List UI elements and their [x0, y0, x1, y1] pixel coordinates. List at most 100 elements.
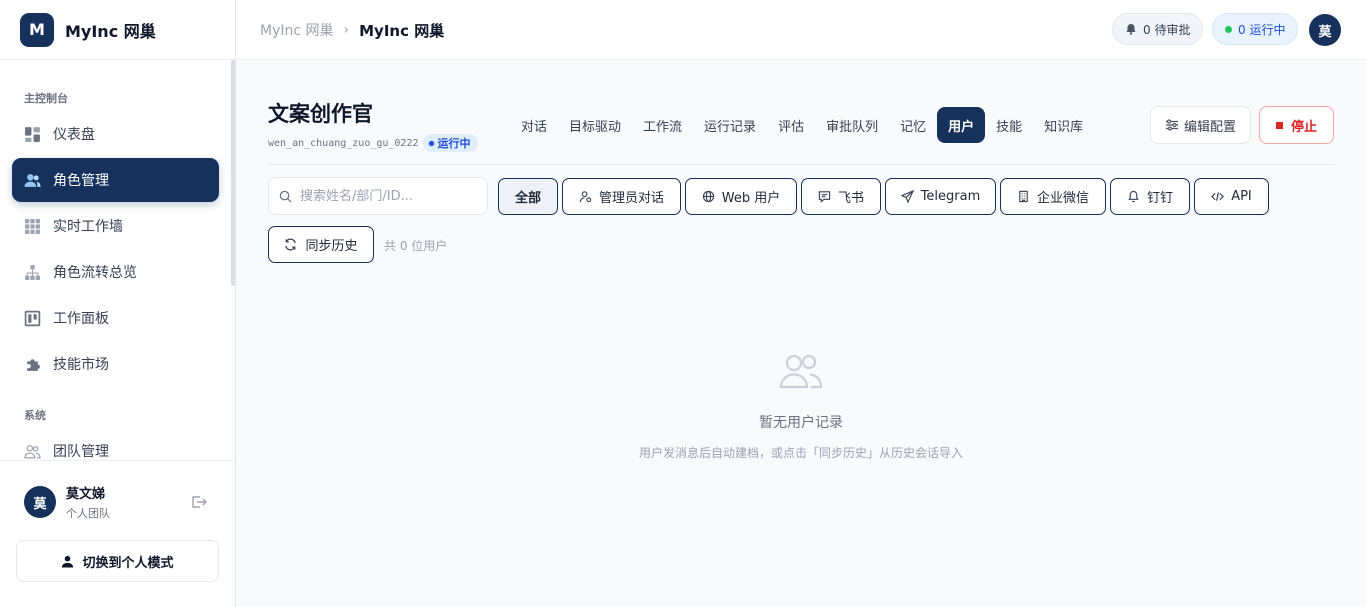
page-title: 文案创作官	[268, 102, 373, 126]
user-count: 共 0 位用户	[384, 239, 448, 253]
switch-personal-mode-button[interactable]: 切换到个人模式	[16, 540, 219, 582]
logout-icon[interactable]	[190, 493, 208, 511]
user-cog-icon	[579, 191, 592, 203]
current-user[interactable]: 莫 莫文娣 个人团队	[24, 485, 214, 520]
empty-state: 暂无用户记录 用户发消息后自动建档，或点击「同步历史」从历史会话导入	[268, 352, 1334, 461]
stop-icon	[1275, 121, 1283, 129]
tab-memory[interactable]: 记忆	[889, 107, 937, 143]
running-badge[interactable]: 0 运行中	[1212, 13, 1299, 45]
message-icon	[818, 191, 831, 203]
role-id: wen_an_chuang_zuo_gu_0222	[268, 137, 419, 149]
status-dot-icon	[427, 139, 435, 147]
filter-all[interactable]: 全部	[498, 178, 558, 215]
filter-wecom[interactable]: 企业微信	[1000, 178, 1106, 215]
avatar: 莫	[24, 486, 56, 518]
divider	[268, 164, 1334, 165]
sync-history-button[interactable]: 同步历史	[268, 226, 374, 263]
sidebar-item-flow-overview[interactable]: 角色流转总览	[12, 250, 219, 294]
edit-config-label: 编辑配置	[1183, 119, 1236, 135]
filter-api[interactable]: API	[1194, 178, 1269, 215]
breadcrumb: MyInc 网巢 › MyInc 网巢	[260, 0, 444, 60]
sliders-icon	[1165, 119, 1178, 131]
user-icon	[62, 555, 74, 568]
hierarchy-icon	[24, 264, 41, 281]
filter-label: 钉钉	[1146, 191, 1173, 206]
sidebar-item-label: 角色流转总览	[53, 265, 137, 281]
topbar: MyInc 网巢 › MyInc 网巢 0 待审批 0 运行中 莫	[236, 0, 1366, 60]
building-icon	[1019, 190, 1028, 203]
tab-evaluation[interactable]: 评估	[767, 107, 815, 143]
stop-button[interactable]: 停止	[1259, 106, 1334, 144]
pending-approvals-badge[interactable]: 0 待审批	[1112, 13, 1204, 45]
sidebar-footer: 莫 莫文娣 个人团队 切换到个人模式	[0, 460, 236, 607]
filter-admin-chat[interactable]: 管理员对话	[562, 178, 681, 215]
tab-approval-queue[interactable]: 审批队列	[815, 107, 889, 143]
user-team: 个人团队	[66, 507, 110, 520]
filter-telegram[interactable]: Telegram	[885, 178, 996, 215]
filter-feishu[interactable]: 飞书	[801, 178, 881, 215]
tab-workflow[interactable]: 工作流	[632, 107, 693, 143]
sidebar-item-team[interactable]: 团队管理	[12, 429, 219, 460]
role-tabs: 对话 目标驱动 工作流 运行记录 评估 审批队列 记忆 用户 技能 知识库	[510, 107, 1134, 143]
dashboard-icon	[24, 126, 41, 143]
nav-section-system: 系统	[24, 409, 46, 422]
sidebar-item-label: 实时工作墙	[53, 219, 123, 235]
user-name: 莫文娣	[66, 487, 106, 502]
running-dot-icon	[1225, 25, 1232, 33]
brand-name: MyInc 网巢	[65, 21, 156, 41]
refresh-icon	[285, 238, 297, 251]
sidebar-scrollbar[interactable]	[231, 60, 235, 286]
filter-web-users[interactable]: Web 用户	[685, 178, 797, 215]
sidebar-item-label: 团队管理	[53, 444, 109, 460]
filter-label: 企业微信	[1036, 191, 1089, 206]
empty-title: 暂无用户记录	[759, 415, 843, 431]
filter-label: Web 用户	[721, 191, 781, 206]
search-input[interactable]	[300, 188, 480, 204]
search-box[interactable]	[268, 177, 488, 215]
kanban-icon	[24, 310, 41, 327]
tab-chat[interactable]: 对话	[510, 107, 558, 143]
brand-logo: M	[20, 12, 54, 47]
edit-config-button[interactable]: 编辑配置	[1150, 106, 1251, 144]
avatar[interactable]: 莫	[1309, 14, 1341, 46]
breadcrumb-current: MyInc 网巢	[359, 21, 445, 40]
filter-label: 飞书	[837, 191, 864, 206]
tab-goal-driven[interactable]: 目标驱动	[558, 107, 632, 143]
globe-icon	[702, 190, 714, 203]
sidebar-item-label: 仪表盘	[53, 127, 95, 143]
team-icon	[24, 443, 41, 460]
filter-label: 全部	[514, 191, 541, 206]
filter-label: API	[1231, 189, 1252, 204]
sync-label: 同步历史	[305, 239, 358, 254]
pending-label: 0 待审批	[1143, 22, 1191, 37]
sidebar-item-label: 工作面板	[53, 311, 109, 327]
sidebar-item-skill-market[interactable]: 技能市场	[12, 342, 219, 386]
sidebar-item-work-board[interactable]: 工作面板	[12, 296, 219, 340]
send-icon	[900, 190, 914, 203]
brand[interactable]: M MyInc 网巢	[0, 0, 235, 60]
chevron-right-icon: ›	[343, 22, 350, 38]
tab-skills[interactable]: 技能	[985, 107, 1033, 143]
breadcrumb-parent[interactable]: MyInc 网巢	[260, 20, 334, 40]
code-icon	[1211, 192, 1225, 201]
sidebar-item-roles[interactable]: 角色管理	[12, 158, 219, 202]
tab-run-log[interactable]: 运行记录	[693, 107, 767, 143]
stop-label: 停止	[1290, 119, 1317, 135]
filter-dingtalk[interactable]: 钉钉	[1110, 178, 1190, 215]
status-badge: 运行中	[422, 134, 478, 152]
sidebar-item-label: 技能市场	[53, 357, 109, 373]
puzzle-icon	[24, 356, 41, 373]
tab-knowledge-base[interactable]: 知识库	[1033, 107, 1094, 143]
empty-description: 用户发消息后自动建档，或点击「同步历史」从历史会话导入	[638, 446, 963, 460]
sidebar: M MyInc 网巢 主控制台 仪表盘 角色管理 实时工作墙 角色流转总览 工作…	[0, 0, 236, 607]
sidebar-item-dashboard[interactable]: 仪表盘	[12, 112, 219, 156]
filter-label: 管理员对话	[598, 191, 664, 206]
switch-label: 切换到个人模式	[82, 555, 174, 571]
search-icon	[279, 190, 292, 203]
running-label: 0 运行中	[1238, 22, 1286, 37]
tab-users[interactable]: 用户	[937, 107, 986, 143]
sidebar-item-live-wall[interactable]: 实时工作墙	[12, 204, 219, 248]
grid-icon	[24, 218, 41, 235]
users-icon	[779, 354, 823, 389]
sidebar-item-label: 角色管理	[53, 173, 109, 189]
